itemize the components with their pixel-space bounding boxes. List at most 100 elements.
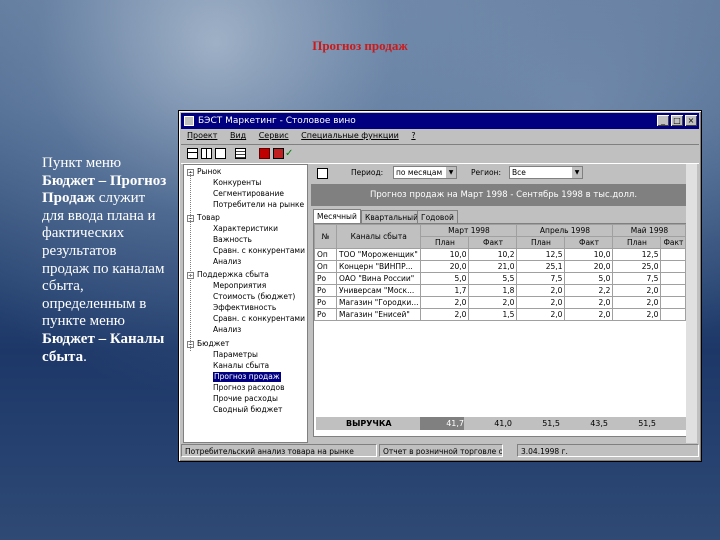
menu-special[interactable]: Специальные функции xyxy=(301,131,399,140)
value-cell[interactable]: 1,8 xyxy=(468,284,518,297)
empty-cell[interactable] xyxy=(660,308,687,321)
col-header-month[interactable]: Март 1998 xyxy=(420,224,518,237)
col-header-channel[interactable]: Каналы сбыта xyxy=(335,224,422,249)
value-cell[interactable]: 5,0 xyxy=(564,272,614,285)
channel-cell[interactable]: Магазин "Городки... xyxy=(335,296,422,309)
tree-item[interactable]: Мероприятия xyxy=(213,281,266,291)
app-icon[interactable] xyxy=(184,116,194,126)
print-icon[interactable] xyxy=(317,168,328,179)
tree-item[interactable]: Эффективность xyxy=(213,303,276,313)
value-cell[interactable]: 21,0 xyxy=(468,260,518,273)
maximize-button[interactable]: □ xyxy=(671,115,683,126)
tree-item[interactable]: Сравн. с конкурентами xyxy=(213,246,305,256)
table-row[interactable]: Оп Концерн "ВИНПР... 20,0 21,0 25,1 20,0 25,0 xyxy=(314,260,687,273)
tab-monthly[interactable]: Месячный xyxy=(313,209,361,223)
sales-grid[interactable]: № Каналы сбыта Март 1998 Апрель 1998 Май… xyxy=(313,223,692,437)
empty-cell[interactable] xyxy=(660,296,687,309)
value-cell[interactable]: 2,0 xyxy=(420,308,470,321)
row-number-cell[interactable]: Ро xyxy=(314,272,337,285)
value-cell[interactable]: 2,0 xyxy=(612,284,662,297)
row-number-cell[interactable]: Оп xyxy=(314,260,337,273)
col-header-plan[interactable]: План xyxy=(516,236,566,249)
tree-item[interactable]: Конкуренты xyxy=(213,178,261,188)
empty-cell[interactable] xyxy=(660,248,687,261)
value-cell[interactable]: 2,0 xyxy=(516,296,566,309)
value-cell[interactable]: 5,5 xyxy=(468,272,518,285)
value-cell[interactable]: 12,5 xyxy=(612,248,662,261)
value-cell[interactable]: 25,1 xyxy=(516,260,566,273)
tab-quarterly[interactable]: Квартальный xyxy=(361,210,422,223)
value-cell[interactable]: 20,0 xyxy=(420,260,470,273)
value-cell[interactable]: 2,0 xyxy=(516,308,566,321)
value-cell[interactable]: 7,5 xyxy=(516,272,566,285)
tree-group-promotion[interactable]: − Поддержка сбыта xyxy=(187,270,269,280)
value-cell[interactable]: 2,0 xyxy=(468,296,518,309)
tree-item[interactable]: Сравн. с конкурентами xyxy=(213,314,305,324)
tree-item[interactable]: Прочие расходы xyxy=(213,394,278,404)
list-icon[interactable] xyxy=(235,148,246,159)
period-select[interactable]: по месяцам ▼ xyxy=(393,166,457,179)
col-header-fact[interactable]: Факт xyxy=(468,236,518,249)
value-cell[interactable]: 20,0 xyxy=(564,260,614,273)
menu-help[interactable]: ? xyxy=(411,131,415,140)
table-row[interactable]: Ро Магазин "Енисей" 2,0 1,5 2,0 2,0 2,0 xyxy=(314,308,687,321)
empty-cell[interactable] xyxy=(660,260,687,273)
tree-item[interactable]: Анализ xyxy=(213,325,241,335)
chevron-down-icon[interactable]: ▼ xyxy=(572,167,582,178)
col-header-month[interactable]: Май 1998 xyxy=(612,224,687,237)
menu-service[interactable]: Сервис xyxy=(259,131,289,140)
region-select[interactable]: Все ▼ xyxy=(509,166,583,179)
document-icon[interactable] xyxy=(215,148,226,159)
tree-item[interactable]: Потребители на рынке xyxy=(213,200,304,210)
tree-group-product[interactable]: − Товар xyxy=(187,213,220,223)
tree-item[interactable]: Анализ xyxy=(213,257,241,267)
tab-yearly[interactable]: Годовой xyxy=(417,210,458,223)
row-number-cell[interactable]: Ро xyxy=(314,284,337,297)
minimize-button[interactable]: _ xyxy=(657,115,669,126)
value-cell[interactable]: 10,0 xyxy=(420,248,470,261)
value-cell[interactable]: 10,0 xyxy=(564,248,614,261)
tree-group-budget[interactable]: − Бюджет xyxy=(187,339,229,349)
value-cell[interactable]: 2,0 xyxy=(420,296,470,309)
chevron-down-icon[interactable]: ▼ xyxy=(446,167,456,178)
empty-cell[interactable] xyxy=(660,284,687,297)
vertical-scrollbar[interactable] xyxy=(686,164,697,443)
row-number-cell[interactable]: Оп xyxy=(314,248,337,261)
tree-item[interactable]: Сводный бюджет xyxy=(213,405,282,415)
value-cell[interactable]: 2,0 xyxy=(564,296,614,309)
help-pointer-icon[interactable]: ✓ xyxy=(285,148,296,159)
col-header-number[interactable]: № xyxy=(314,224,337,249)
row-number-cell[interactable]: Ро xyxy=(314,296,337,309)
exit-icon[interactable] xyxy=(273,148,284,159)
value-cell[interactable]: 1,7 xyxy=(420,284,470,297)
value-cell[interactable]: 25,0 xyxy=(612,260,662,273)
value-cell[interactable]: 2,2 xyxy=(564,284,614,297)
book-icon[interactable] xyxy=(259,148,270,159)
empty-cell[interactable] xyxy=(660,272,687,285)
value-cell[interactable]: 12,5 xyxy=(516,248,566,261)
tree-item-selected[interactable]: Прогноз продаж xyxy=(213,372,281,382)
value-cell[interactable]: 7,5 xyxy=(612,272,662,285)
close-button[interactable]: × xyxy=(685,115,697,126)
value-cell[interactable]: 2,0 xyxy=(516,284,566,297)
value-cell[interactable]: 5,0 xyxy=(420,272,470,285)
value-cell[interactable]: 10,2 xyxy=(468,248,518,261)
channel-cell[interactable]: ОАО "Вина России" xyxy=(335,272,422,285)
menu-view[interactable]: Вид xyxy=(230,131,246,140)
channel-cell[interactable]: Концерн "ВИНПР... xyxy=(335,260,422,273)
tree-item[interactable]: Сегментирование xyxy=(213,189,284,199)
table-row[interactable]: Оп ТОО "Мороженщик" 10,0 10,2 12,5 10,0 12,5 xyxy=(314,248,687,261)
tree-item[interactable]: Стоимость (бюджет) xyxy=(213,292,295,302)
value-cell[interactable]: 2,0 xyxy=(564,308,614,321)
channel-cell[interactable]: Универсам "Моск... xyxy=(335,284,422,297)
tree-item[interactable]: Параметры xyxy=(213,350,258,360)
value-cell[interactable]: 2,0 xyxy=(612,308,662,321)
col-header-month[interactable]: Апрель 1998 xyxy=(516,224,614,237)
table-row[interactable]: Ро Магазин "Городки... 2,0 2,0 2,0 2,0 2,0 xyxy=(314,296,687,309)
value-cell[interactable]: 2,0 xyxy=(612,296,662,309)
col-header-fact[interactable]: Факт xyxy=(660,236,687,249)
col-header-fact[interactable]: Факт xyxy=(564,236,614,249)
menu-project[interactable]: Проект xyxy=(187,131,217,140)
channel-cell[interactable]: Магазин "Енисей" xyxy=(335,308,422,321)
channel-cell[interactable]: ТОО "Мороженщик" xyxy=(335,248,422,261)
